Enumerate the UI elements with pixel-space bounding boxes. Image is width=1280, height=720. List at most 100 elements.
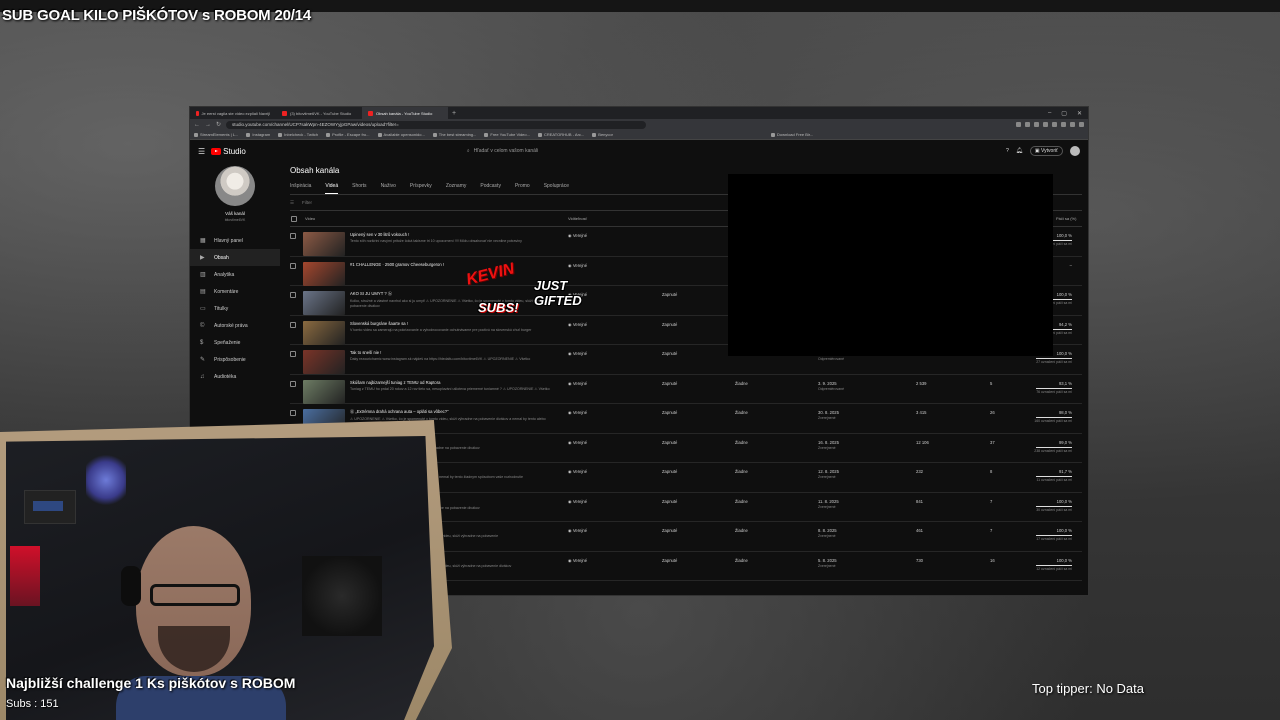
- url-field[interactable]: studio.youtube.com/channel/UCP7sakWpn-4E…: [226, 120, 647, 129]
- row-checkbox[interactable]: [290, 410, 296, 416]
- sidebar-item[interactable]: $ Speňaženie: [190, 334, 280, 351]
- browser-tab-active[interactable]: Obsah kanála - YouTube Studio: [362, 107, 448, 119]
- table-row[interactable]: Skúšam najbizarnejší tuniag z TEMU od Ra…: [290, 375, 1082, 404]
- monetization-cell[interactable]: Zapnuté: [662, 499, 677, 504]
- account-avatar[interactable]: [1070, 146, 1080, 156]
- row-checkbox[interactable]: [290, 233, 296, 239]
- reload-icon[interactable]: ↻: [216, 121, 221, 128]
- extension-icon[interactable]: [1070, 122, 1075, 127]
- row-checkbox[interactable]: [290, 262, 296, 269]
- video-title[interactable]: Upinený sen v 30 litrů vokouch !: [350, 232, 555, 237]
- monetization-cell[interactable]: Zapnuté: [662, 322, 677, 327]
- content-tab[interactable]: Shorts: [352, 183, 366, 194]
- monetization-cell[interactable]: Zapnuté: [662, 469, 677, 474]
- content-tab[interactable]: Promo: [515, 183, 530, 194]
- bookmark[interactable]: The best streaming...: [432, 132, 476, 137]
- visibility-cell[interactable]: ◉ Verejné: [568, 440, 587, 445]
- extension-icon[interactable]: [1061, 122, 1066, 127]
- forward-icon[interactable]: →: [205, 122, 211, 128]
- sidebar-item[interactable]: ▶ Obsah: [190, 249, 280, 266]
- bookmark[interactable]: Available opensonido...: [377, 132, 425, 137]
- content-tab[interactable]: Videá: [325, 183, 339, 194]
- video-title[interactable]: ⓪ „Extrémna drahá ochrana auta – opláti …: [350, 409, 555, 415]
- video-thumbnail[interactable]: [303, 320, 345, 345]
- extension-icon[interactable]: [1079, 122, 1084, 127]
- extension-icon[interactable]: [1052, 122, 1057, 127]
- maximize-icon[interactable]: ▢: [1061, 110, 1067, 117]
- content-tab[interactable]: Naživo: [381, 183, 396, 194]
- visibility-cell[interactable]: ◉ Verejné: [568, 351, 587, 356]
- bookmark[interactable]: Inbelcheck - Twitch: [278, 132, 318, 137]
- sidebar-item[interactable]: ▤ Komentáre: [190, 283, 280, 300]
- visibility-cell[interactable]: ◉ Verejné: [568, 558, 587, 563]
- row-checkbox[interactable]: [290, 292, 296, 298]
- menu-icon[interactable]: ☰: [198, 147, 205, 156]
- likes-bar: [1036, 417, 1072, 418]
- content-tab[interactable]: Príspevky: [410, 183, 432, 194]
- close-icon[interactable]: ✕: [1077, 110, 1082, 117]
- video-title[interactable]: Skúšam najbizarnejší tuniag z TEMU od Ra…: [350, 380, 555, 385]
- visibility-cell[interactable]: ◉ Verejné: [568, 233, 587, 238]
- browser-tab[interactable]: Je eerst vagila ste video ezpliali Navri…: [190, 107, 276, 119]
- sidebar-item[interactable]: ▭ Titulky: [190, 300, 280, 317]
- video-thumbnail[interactable]: [303, 291, 345, 315]
- column-visibility[interactable]: Viditeľnosť: [568, 216, 587, 221]
- visibility-cell[interactable]: ◉ Verejné: [568, 381, 587, 386]
- monetization-cell[interactable]: Zapnuté: [662, 381, 677, 386]
- row-checkbox[interactable]: [290, 351, 296, 357]
- video-thumbnail[interactable]: [303, 379, 345, 404]
- content-tab[interactable]: Inšpirácia: [290, 183, 311, 194]
- extension-icon[interactable]: [1025, 122, 1030, 127]
- visibility-cell[interactable]: ◉ Verejné: [568, 469, 587, 474]
- monetization-cell[interactable]: Zapnuté: [662, 351, 677, 356]
- visibility-cell[interactable]: ◉ Verejné: [568, 322, 587, 327]
- content-tab[interactable]: Spolupráce: [544, 183, 569, 194]
- extension-icon[interactable]: [1043, 122, 1048, 127]
- column-likes[interactable]: Páči sa (%): [1056, 216, 1076, 221]
- channel-avatar[interactable]: [215, 166, 255, 206]
- visibility-cell[interactable]: ◉ Verejné: [568, 528, 587, 533]
- sidebar-item[interactable]: © Autorské práva: [190, 317, 280, 334]
- bookmark[interactable]: Download Free Bir...: [770, 132, 813, 137]
- select-all-checkbox[interactable]: [291, 215, 297, 222]
- row-checkbox[interactable]: [290, 380, 296, 387]
- bookmark[interactable]: Profile - Escape fro...: [326, 132, 370, 137]
- bookmark[interactable]: StreamElements | L...: [194, 132, 238, 137]
- bookmark[interactable]: CREATORHUB - Arc...: [537, 132, 584, 137]
- back-icon[interactable]: ←: [194, 122, 200, 128]
- bookmark[interactable]: Free YouTube Video...: [484, 132, 530, 137]
- sidebar-item[interactable]: ✎ Prispôsobenie: [190, 351, 280, 368]
- extension-icon[interactable]: [1016, 122, 1021, 127]
- extension-icon[interactable]: [1034, 122, 1039, 127]
- content-tab[interactable]: Zoznamy: [446, 183, 467, 194]
- video-title[interactable]: Tak to sneší nie !: [350, 350, 555, 355]
- bookmark[interactable]: Benycor: [592, 132, 613, 137]
- monetization-cell[interactable]: Zapnuté: [662, 440, 677, 445]
- sidebar-item[interactable]: ♫ Audiotéka: [190, 368, 280, 385]
- minimize-icon[interactable]: –: [1048, 110, 1051, 117]
- new-tab-button[interactable]: +: [448, 110, 460, 117]
- video-thumbnail[interactable]: [303, 261, 345, 286]
- sidebar-item[interactable]: ▦ Hlavný panel: [190, 232, 280, 249]
- browser-tab[interactable]: (3) bitovtime6VK - YouTube Studio: [276, 107, 362, 119]
- video-thumbnail[interactable]: [303, 232, 345, 256]
- content-tab[interactable]: Podcasty: [480, 183, 501, 194]
- column-video[interactable]: Video: [305, 216, 315, 221]
- monetization-cell[interactable]: Zapnuté: [662, 410, 677, 415]
- studio-logo[interactable]: Studio: [211, 147, 246, 156]
- create-button[interactable]: ▣ Vytvoriť: [1029, 146, 1063, 156]
- monetization-cell[interactable]: Zapnuté: [662, 528, 677, 533]
- bookmark[interactable]: Instagram: [246, 132, 270, 137]
- video-thumbnail[interactable]: [303, 350, 345, 374]
- sidebar-item[interactable]: ▥ Analytika: [190, 266, 280, 283]
- monetization-cell[interactable]: Zapnuté: [662, 558, 677, 563]
- studio-search[interactable]: ⌕ Hľadať v celom vašom kanáli: [467, 146, 667, 157]
- sub-goal-title: SUB GOAL KILO PIŠKÓTOV s ROBOM 20/14: [2, 7, 311, 24]
- help-icon[interactable]: ?: [1006, 148, 1009, 154]
- visibility-cell[interactable]: ◉ Verejné: [568, 499, 587, 504]
- visibility-cell[interactable]: ◉ Verejné: [568, 410, 587, 415]
- video-title[interactable]: Slovenská burgráne šaarte sa !: [350, 321, 555, 326]
- row-checkbox[interactable]: [290, 321, 296, 328]
- monetization-cell[interactable]: Zapnuté: [662, 292, 677, 297]
- notifications-icon[interactable]: 🔔︎: [1016, 148, 1023, 154]
